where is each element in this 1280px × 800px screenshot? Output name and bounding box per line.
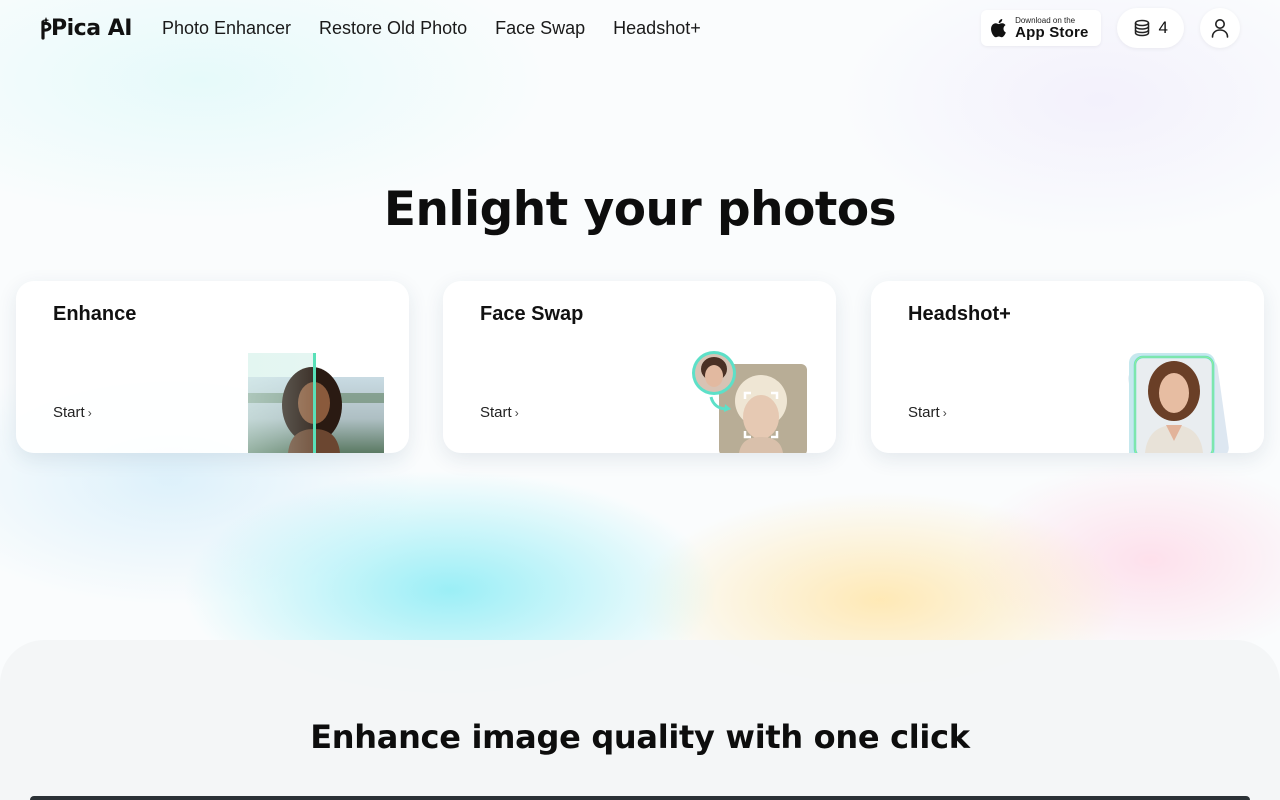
- header-actions: Download on the App Store 4: [981, 8, 1240, 48]
- headshot-preview-image: [1128, 353, 1229, 453]
- nav-restore-old-photo[interactable]: Restore Old Photo: [319, 18, 467, 39]
- brand-logo[interactable]: Pica AI: [40, 16, 132, 41]
- app-store-button[interactable]: Download on the App Store: [981, 10, 1101, 46]
- user-icon: [1211, 19, 1229, 38]
- apple-icon: [991, 19, 1006, 38]
- start-label: Start: [53, 404, 85, 421]
- start-link[interactable]: Start ›: [53, 404, 92, 421]
- face-swap-card[interactable]: Face Swap Start ›: [443, 281, 836, 453]
- credits-count: 4: [1158, 18, 1168, 37]
- nav-headshot[interactable]: Headshot+: [613, 18, 701, 39]
- nav-face-swap[interactable]: Face Swap: [495, 18, 585, 39]
- user-account-button[interactable]: [1200, 8, 1240, 48]
- start-label: Start: [908, 404, 940, 421]
- enhance-card[interactable]: Enhance Start ›: [16, 281, 409, 453]
- chevron-right-icon: ›: [514, 405, 519, 420]
- headshot-card[interactable]: Headshot+ Start ›: [871, 281, 1264, 453]
- section-title: Enhance image quality with one click: [310, 718, 970, 756]
- card-title: Enhance: [53, 303, 137, 325]
- credits-button[interactable]: 4: [1116, 8, 1184, 48]
- before-after-preview: [30, 796, 1250, 800]
- face-swap-preview-image: [692, 351, 807, 453]
- card-title: Face Swap: [480, 303, 584, 325]
- start-link[interactable]: Start ›: [480, 404, 519, 421]
- enhance-preview-image: [248, 353, 384, 453]
- app-store-big-text: App Store: [1015, 23, 1089, 41]
- brand-name: Pica AI: [51, 15, 132, 41]
- chevron-right-icon: ›: [942, 405, 947, 420]
- main-nav: Photo Enhancer Restore Old Photo Face Sw…: [162, 18, 701, 39]
- start-link[interactable]: Start ›: [908, 404, 947, 421]
- coins-stack-icon: [1134, 19, 1149, 37]
- card-title: Headshot+: [908, 303, 1011, 325]
- hero-title: Enlight your photos: [383, 182, 897, 237]
- start-label: Start: [480, 404, 512, 421]
- nav-photo-enhancer[interactable]: Photo Enhancer: [162, 18, 291, 39]
- chevron-right-icon: ›: [87, 405, 92, 420]
- top-header: Pica AI Photo Enhancer Restore Old Photo…: [0, 0, 1280, 56]
